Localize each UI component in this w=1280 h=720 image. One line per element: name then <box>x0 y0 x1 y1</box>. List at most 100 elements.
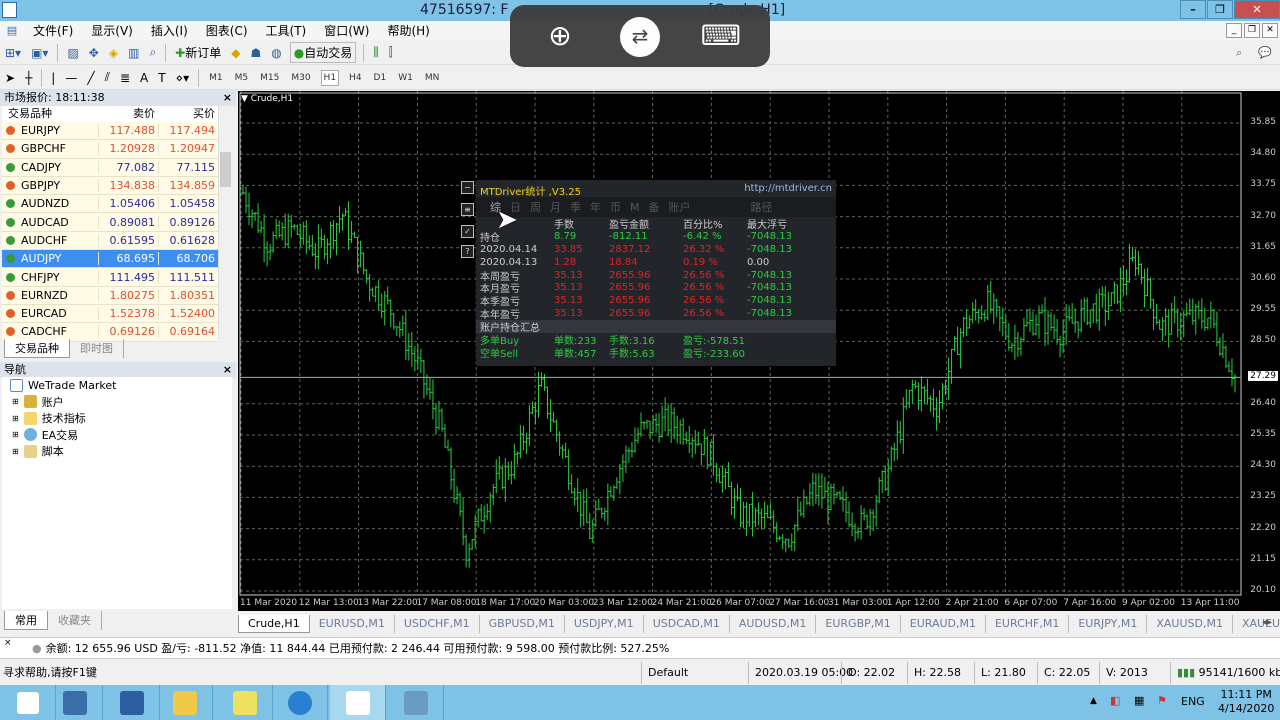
strategy-tester-icon[interactable]: ⌕ <box>147 45 158 60</box>
market-watch-row[interactable]: EURNZD 1.80275 1.80351 <box>2 287 218 305</box>
chart-tab[interactable]: GBPUSD,M1 <box>480 615 565 633</box>
label-icon[interactable]: T <box>156 71 167 85</box>
close-button[interactable]: ✕ <box>1234 0 1280 19</box>
tab-tick-chart[interactable]: 即时图 <box>70 339 124 358</box>
menu-window[interactable]: 窗口(W) <box>315 22 378 39</box>
menu-view[interactable]: 显示(V) <box>82 22 142 39</box>
child-close-button[interactable]: ✕ <box>1262 23 1278 38</box>
tab-symbols[interactable]: 交易品种 <box>4 339 70 358</box>
new-order-button[interactable]: ✚ 新订单 <box>173 44 223 61</box>
market-watch-row[interactable]: GBPJPY 134.838 134.859 <box>2 177 218 196</box>
tray-flag-icon[interactable]: ⚑ <box>1157 694 1167 707</box>
menu-charts[interactable]: 图表(C) <box>197 22 257 39</box>
horizontal-line-icon[interactable]: — <box>63 71 79 85</box>
channel-icon[interactable]: ⫽ <box>103 70 112 85</box>
chart-tab[interactable]: USDJPY,M1 <box>565 615 644 633</box>
child-minimize-button[interactable]: _ <box>1226 23 1242 38</box>
data-window-icon[interactable]: ✥ <box>87 46 101 60</box>
price-chart[interactable]: ▼ Crude,H1 35.85 34.80 33.75 32.70 31.65 30.6… <box>238 91 1280 611</box>
tf-m5[interactable]: M5 <box>233 71 251 85</box>
stats-tab[interactable]: 月 <box>550 199 561 215</box>
chart-collapse-icon[interactable]: ▼ <box>241 94 251 104</box>
panel-check-button[interactable]: ✓ <box>461 225 474 238</box>
taskbar-browser[interactable] <box>272 685 328 720</box>
panel-help-button[interactable]: ? <box>461 245 474 258</box>
market-watch-row[interactable]: AUDJPY 68.695 68.706 <box>2 250 218 269</box>
chart-tab[interactable]: EURCHF,M1 <box>986 615 1070 633</box>
new-chart-icon[interactable]: ⊞▾ <box>3 46 23 60</box>
taskbar-server-manager[interactable] <box>47 685 103 720</box>
signals-icon[interactable]: ☗ <box>248 46 263 60</box>
fibonacci-icon[interactable]: ≣ <box>118 71 132 85</box>
chart-tab[interactable]: EURAUD,M1 <box>901 615 986 633</box>
tab-common[interactable]: 常用 <box>4 611 48 630</box>
tabs-scroll-arrows[interactable]: ◂▸ <box>1262 617 1272 628</box>
nav-accounts[interactable]: ⊞ 账户 <box>2 394 232 411</box>
navigator-close-icon[interactable]: × <box>223 362 232 378</box>
menu-file[interactable]: 文件(F) <box>24 22 82 39</box>
market-watch-scrollbar[interactable] <box>218 106 232 339</box>
chart-tab[interactable]: EURGBP,M1 <box>816 615 901 633</box>
market-icon[interactable]: ◍ <box>269 46 283 60</box>
keyboard-icon[interactable]: ⌨ <box>698 17 744 57</box>
nav-root[interactable]: WeTrade Market <box>2 377 232 394</box>
child-restore-button[interactable]: ❐ <box>1244 23 1260 38</box>
chart-tab[interactable]: USDCAD,M1 <box>644 615 730 633</box>
market-watch-row[interactable]: AUDNZD 1.05406 1.05458 <box>2 195 218 214</box>
market-watch-row[interactable]: AUDCHF 0.61595 0.61628 <box>2 232 218 251</box>
tf-m1[interactable]: M1 <box>207 71 225 85</box>
navigator-icon[interactable]: ◈ <box>107 46 120 60</box>
chart-tab[interactable]: AUDUSD,M1 <box>730 615 817 633</box>
stats-tab[interactable]: M <box>630 201 640 214</box>
chart-tab[interactable]: EURJPY,M1 <box>1069 615 1148 633</box>
stats-tab[interactable]: 备 <box>649 199 660 215</box>
col-symbol[interactable]: 交易品种 <box>2 106 98 122</box>
market-watch-close-icon[interactable]: × <box>223 90 232 106</box>
market-watch-icon[interactable]: ▨ <box>65 46 80 60</box>
expand-icon[interactable]: ⊞ <box>12 430 19 439</box>
minimize-button[interactable]: – <box>1180 0 1206 19</box>
nav-expert-advisors[interactable]: ⊞ EA交易 <box>2 427 232 444</box>
chat-icon[interactable]: 💬 <box>1258 46 1272 59</box>
stats-tab[interactable]: 周 <box>530 199 541 215</box>
nav-indicators[interactable]: ⊞ 技术指标 <box>2 410 232 427</box>
stats-tab[interactable]: 季 <box>570 199 581 215</box>
stats-tab[interactable]: 账户 <box>669 199 691 215</box>
taskbar-powershell[interactable] <box>104 685 160 720</box>
tf-mn[interactable]: MN <box>423 71 442 85</box>
expand-icon[interactable]: ⊞ <box>12 447 19 456</box>
taskbar-metatrader[interactable] <box>330 685 386 720</box>
stats-url-link[interactable]: http://mtdriver.cn <box>744 183 832 194</box>
market-watch-row[interactable]: EURCAD 1.52378 1.52400 <box>2 305 218 324</box>
bar-chart-icon[interactable]: ⫼ <box>371 45 381 60</box>
candlestick-icon[interactable]: ⫿ <box>387 45 395 60</box>
market-watch-row[interactable]: EURJPY 117.488 117.494 <box>2 122 218 141</box>
tf-d1[interactable]: D1 <box>372 71 389 85</box>
nav-scripts[interactable]: ⊞ 脚本 <box>2 443 232 460</box>
vertical-line-icon[interactable]: | <box>49 71 57 85</box>
chart-tab[interactable]: USDCHF,M1 <box>395 615 480 633</box>
tray-clock[interactable]: 11:11 PM 4/14/2020 <box>1218 688 1274 716</box>
crosshair-icon[interactable]: ┼ <box>23 71 34 85</box>
menu-help[interactable]: 帮助(H) <box>378 22 438 39</box>
market-watch-row[interactable]: CADJPY 77.082 77.115 <box>2 159 218 177</box>
status-profile[interactable]: Default <box>641 662 746 684</box>
market-watch-row[interactable]: GBPCHF 1.20928 1.20947 <box>2 140 218 159</box>
search-icon[interactable]: ⌕ <box>1236 46 1242 60</box>
taskbar-remote[interactable] <box>388 685 444 720</box>
taskbar-help[interactable] <box>217 685 273 720</box>
panel-settings-button[interactable]: ≡ <box>461 203 474 216</box>
menu-insert[interactable]: 插入(I) <box>142 22 197 39</box>
tf-m15[interactable]: M15 <box>258 71 281 85</box>
chart-tab[interactable]: XAUEUR,M <box>1233 615 1280 633</box>
text-icon[interactable]: A <box>138 71 150 85</box>
remote-connection-icon[interactable]: ⇄ <box>620 17 660 57</box>
tf-w1[interactable]: W1 <box>396 71 415 85</box>
tf-h1[interactable]: H1 <box>320 69 340 86</box>
chart-tab[interactable]: Crude,H1 <box>238 615 310 633</box>
stats-tab[interactable]: 币 <box>610 199 621 215</box>
scroll-thumb[interactable] <box>220 152 231 187</box>
panel-minimize-button[interactable]: − <box>461 181 474 194</box>
menu-tools[interactable]: 工具(T) <box>257 22 316 39</box>
tray-expand-icon[interactable]: ▲ <box>1090 696 1097 706</box>
